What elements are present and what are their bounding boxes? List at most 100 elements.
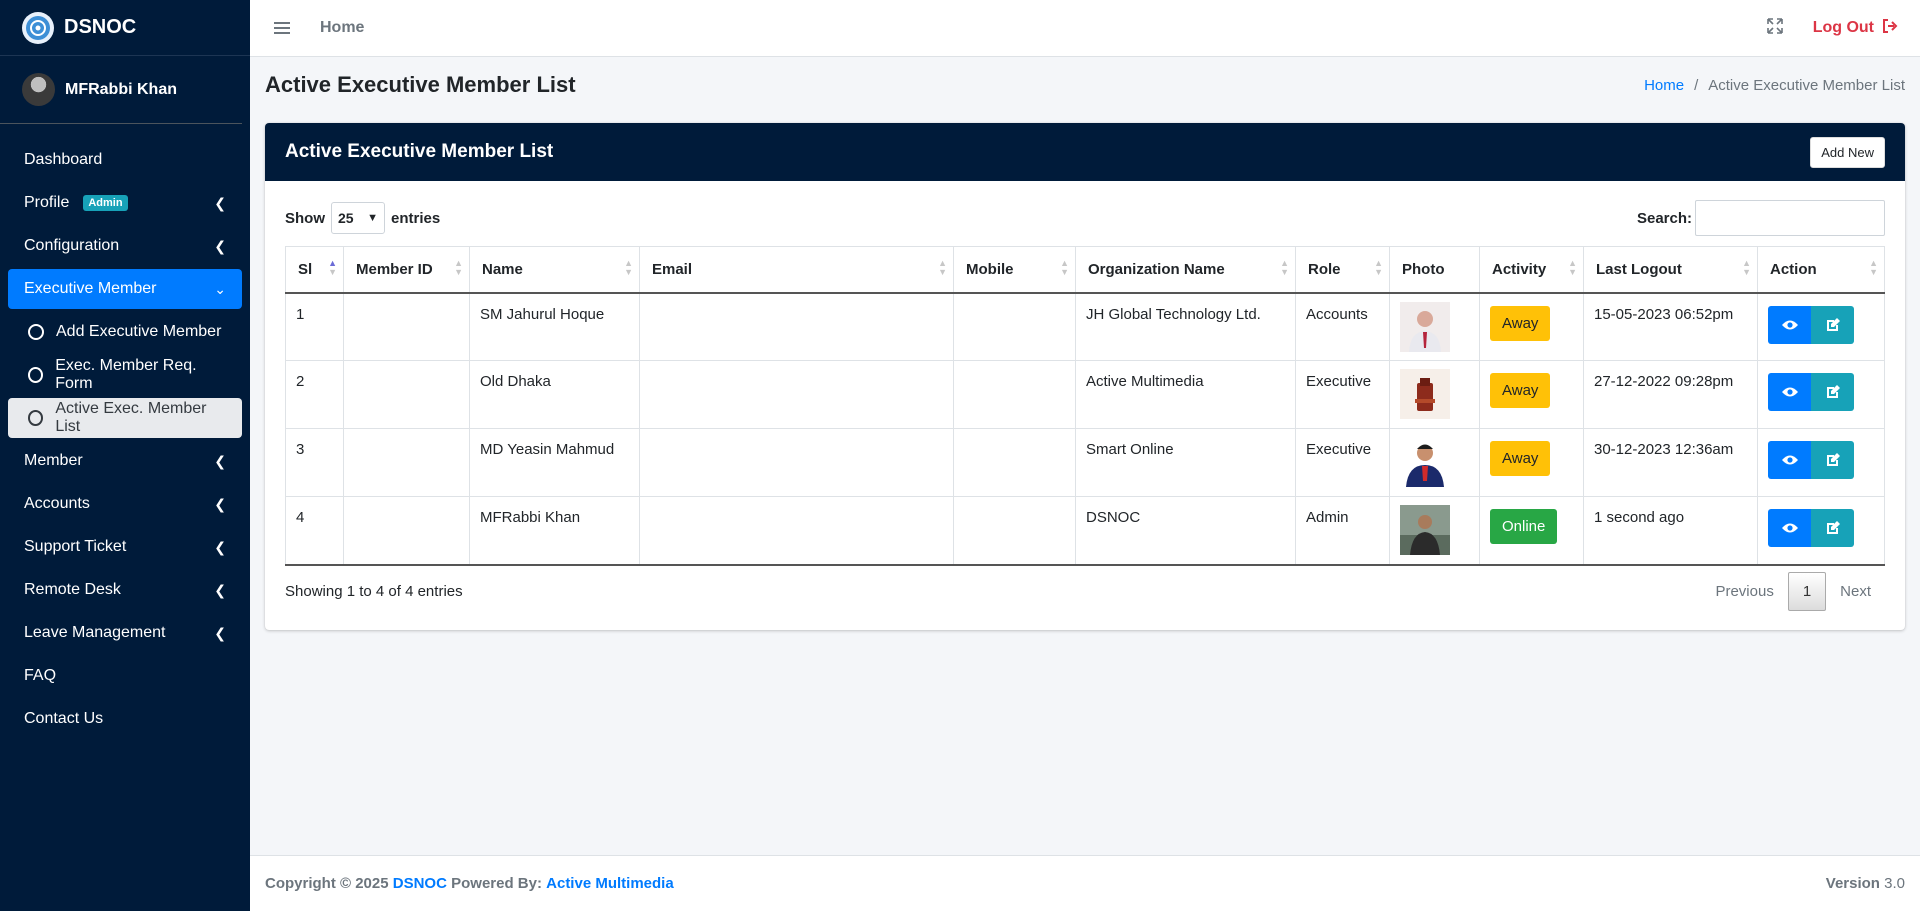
cell-role: Accounts — [1295, 292, 1390, 361]
sort-icon: ▲ ▼ — [1568, 258, 1577, 277]
table-row: 2 Old Dhaka Active Multimedia Executive … — [285, 360, 1885, 429]
sidebar-item-remote-desk[interactable]: Remote Desk ❮ — [8, 570, 242, 610]
search-input[interactable] — [1695, 200, 1885, 236]
column-header-email[interactable]: Email ▲ ▼ — [639, 246, 954, 294]
cell-member-id — [343, 496, 470, 566]
sort-icon: ▲ ▼ — [1869, 258, 1878, 277]
logout-button[interactable]: Log Out — [1813, 18, 1898, 38]
cell-last-logout: 27-12-2022 09:28pm — [1583, 360, 1758, 429]
cell-email — [639, 360, 954, 429]
cell-name: MD Yeasin Mahmud — [469, 428, 640, 497]
sort-icon: ▲ ▼ — [938, 258, 947, 277]
user-panel[interactable]: MFRabbi Khan — [0, 56, 242, 124]
sidebar-item-exec-member-req-form[interactable]: Exec. Member Req. Form — [8, 355, 242, 395]
breadcrumb-home[interactable]: Home — [1644, 77, 1684, 94]
sidebar-item-label-wrap: Active Exec. Member List — [28, 400, 226, 436]
column-header-member-id[interactable]: Member ID ▲ ▼ — [343, 246, 470, 294]
sidebar-item-dashboard[interactable]: Dashboard — [8, 140, 242, 180]
edit-button[interactable] — [1811, 305, 1854, 344]
view-button[interactable] — [1768, 509, 1811, 547]
cell-sl: 4 — [285, 496, 344, 566]
view-button[interactable] — [1768, 441, 1811, 479]
sidebar-item-contact-us[interactable]: Contact Us — [8, 699, 242, 739]
chevron-left-icon: ❮ — [214, 538, 226, 555]
chevron-left-icon: ❮ — [214, 194, 226, 211]
sidebar-item-label: Active Exec. Member List — [55, 400, 207, 435]
sidebar-item-executive-member[interactable]: Executive Member ⌄ — [8, 269, 242, 309]
pagination-next[interactable]: Next — [1826, 573, 1885, 610]
brand[interactable]: DSNOC — [0, 0, 250, 56]
edit-button[interactable] — [1811, 509, 1854, 547]
cell-mobile — [953, 428, 1076, 497]
cell-activity: Away — [1479, 292, 1584, 361]
copyright: Copyright © 2025 DSNOC Powered By: Activ… — [265, 875, 674, 892]
search-label: Search: — [1636, 209, 1692, 227]
table-footer: Showing 1 to 4 of 4 entries Previous 1 N… — [285, 571, 1885, 611]
sign-out-icon — [1882, 18, 1898, 38]
table-row: 3 MD Yeasin Mahmud Smart Online Executiv… — [285, 428, 1885, 497]
card-title: Active Executive Member List — [285, 141, 554, 162]
menu-toggle-icon[interactable] — [274, 19, 290, 37]
table-row: 1 SM Jahurul Hoque JH Global Technology … — [285, 292, 1885, 361]
version-number: 3.0 — [1884, 875, 1905, 892]
sidebar-item-profile[interactable]: Profile Admin ❮ — [8, 183, 242, 223]
page-length-control: Show 25 ▼ entries — [285, 202, 440, 234]
fullscreen-icon[interactable] — [1766, 17, 1783, 39]
sidebar-item-label-wrap: Add Executive Member — [28, 323, 221, 341]
top-home-link[interactable]: Home — [320, 19, 364, 37]
edit-button[interactable] — [1811, 441, 1854, 479]
pagination-page-1[interactable]: 1 — [1787, 571, 1827, 611]
column-header-photo: Photo — [1389, 246, 1480, 294]
topbar: Home Log Out — [250, 0, 1920, 57]
column-header-organization[interactable]: Organization Name ▲ ▼ — [1075, 246, 1296, 294]
sidebar-item-member[interactable]: Member ❮ — [8, 441, 242, 481]
avatar — [22, 73, 55, 106]
footer-brand-link[interactable]: DSNOC — [393, 875, 447, 892]
copyright-text: Copyright © 2025 — [265, 875, 389, 892]
sort-icon: ▲ ▼ — [328, 258, 337, 277]
view-button[interactable] — [1768, 305, 1811, 344]
cell-member-id — [343, 360, 470, 429]
sidebar-item-label: Profile — [24, 194, 70, 211]
sidebar-item-label: Accounts — [24, 495, 90, 512]
sidebar-item-faq[interactable]: FAQ — [8, 656, 242, 696]
sidebar-item-label: Executive Member — [24, 280, 157, 297]
column-header-activity[interactable]: Activity ▲ ▼ — [1479, 246, 1584, 294]
sort-icon: ▲ ▼ — [454, 258, 463, 277]
version: Version 3.0 — [1826, 875, 1905, 892]
column-header-last-logout[interactable]: Last Logout ▲ ▼ — [1583, 246, 1758, 294]
sidebar-item-active-exec-member-list[interactable]: Active Exec. Member List — [8, 398, 242, 438]
sidebar-item-accounts[interactable]: Accounts ❮ — [8, 484, 242, 524]
sidebar-item-label: Dashboard — [24, 151, 103, 168]
cell-sl: 2 — [285, 360, 344, 429]
column-header-role[interactable]: Role ▲ ▼ — [1295, 246, 1390, 294]
member-list-card: Active Executive Member List Add New Sho… — [265, 123, 1905, 630]
column-header-mobile[interactable]: Mobile ▲ ▼ — [953, 246, 1076, 294]
column-header-name[interactable]: Name ▲ ▼ — [469, 246, 640, 294]
sidebar-item-support-ticket[interactable]: Support Ticket ❮ — [8, 527, 242, 567]
edit-button[interactable] — [1811, 373, 1854, 411]
action-group — [1768, 509, 1874, 547]
cell-activity: Away — [1479, 360, 1584, 429]
cell-photo — [1389, 496, 1480, 566]
sidebar-item-leave-management[interactable]: Leave Management ❮ — [8, 613, 242, 653]
view-button[interactable] — [1768, 373, 1811, 411]
sidebar-item-add-executive-member[interactable]: Add Executive Member — [8, 312, 242, 352]
cell-action — [1757, 360, 1885, 429]
sidebar-item-label: Support Ticket — [24, 538, 127, 555]
cell-organization: JH Global Technology Ltd. — [1075, 292, 1296, 361]
pagination-previous[interactable]: Previous — [1701, 573, 1787, 610]
sidebar-item-configuration[interactable]: Configuration ❮ — [8, 226, 242, 266]
page-length-select[interactable]: 25 ▼ — [331, 202, 385, 234]
add-new-button[interactable]: Add New — [1810, 136, 1885, 168]
cell-photo — [1389, 292, 1480, 361]
activity-badge: Away — [1490, 373, 1551, 408]
cell-email — [639, 428, 954, 497]
column-header-sl[interactable]: Sl ▲ ▼ — [285, 246, 344, 294]
cell-sl: 1 — [285, 292, 344, 361]
breadcrumb: Home / Active Executive Member List — [1644, 77, 1905, 94]
cell-mobile — [953, 292, 1076, 361]
powered-by-link[interactable]: Active Multimedia — [546, 875, 674, 892]
sort-icon: ▲ ▼ — [1060, 258, 1069, 277]
eye-icon — [1781, 523, 1798, 533]
